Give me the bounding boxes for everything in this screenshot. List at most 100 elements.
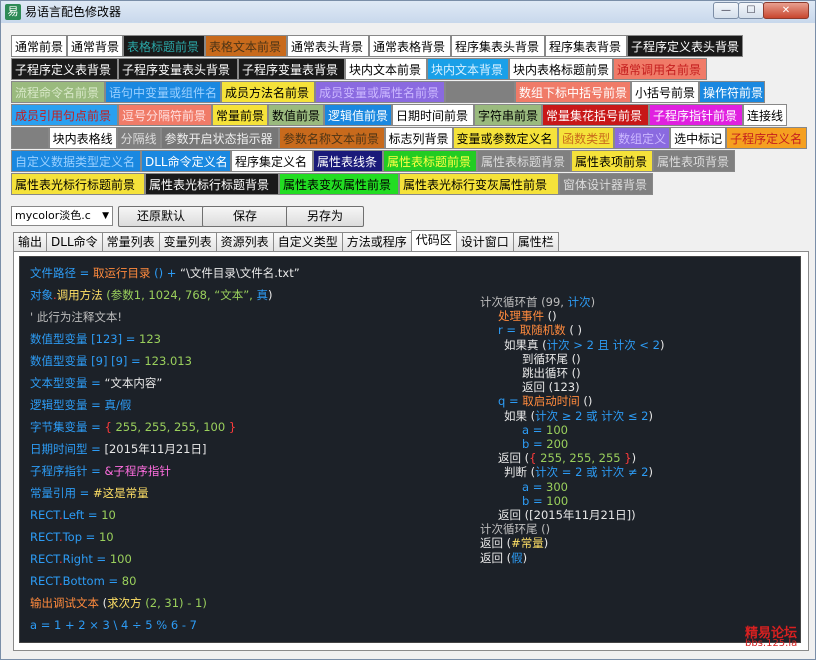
- code-token: ( ): [565, 323, 582, 338]
- color-swatch[interactable]: 子程序定义表头背景: [627, 35, 743, 57]
- chevron-down-icon[interactable]: ▼: [102, 207, 109, 225]
- code-token: 文本型变量 =: [30, 376, 105, 390]
- tab-9[interactable]: 属性栏: [512, 232, 559, 251]
- color-swatch[interactable]: 标志列背景: [384, 127, 453, 149]
- tab-6[interactable]: 方法或程序: [341, 232, 412, 251]
- code-line: 返回 (123): [522, 380, 580, 394]
- tab-3[interactable]: 变量列表: [158, 232, 217, 251]
- color-swatch[interactable]: [11, 127, 49, 149]
- maximize-button[interactable]: ☐: [738, 2, 764, 19]
- code-line: a = 1 + 2 × 3 \ 4 ÷ 5 % 6 - 7: [30, 618, 197, 632]
- code-line: 数值型变量 [123] = 123: [30, 332, 161, 346]
- color-swatch[interactable]: 日期时间前景: [392, 104, 474, 126]
- color-swatch[interactable]: 数值前景: [268, 104, 324, 126]
- color-swatch[interactable]: 数组定义: [614, 127, 671, 149]
- color-swatch[interactable]: 子程序变量表头背景: [118, 58, 238, 80]
- color-swatch[interactable]: 选中标记: [670, 127, 727, 149]
- color-swatch[interactable]: 通常表头背景: [287, 35, 369, 57]
- code-token: 真: [256, 288, 269, 302]
- code-token: 如果 (: [504, 408, 536, 423]
- code-line: 返回 ([2015年11月21日]): [498, 508, 636, 522]
- code-line: q = 取启动时间 (): [498, 394, 592, 408]
- code-line: 逻辑型变量 = 真/假: [30, 398, 131, 412]
- color-swatch[interactable]: 块内文本背景: [427, 58, 509, 80]
- code-line: 处理事件 (): [498, 309, 557, 323]
- scheme-select[interactable]: mycolor淡色.c ▼: [11, 206, 113, 226]
- minimize-button[interactable]: —: [713, 2, 739, 19]
- code-token: “\文件目录\文件名.txt”: [180, 266, 300, 280]
- code-line: 如果真 (计次 > 2 且 计次 < 2): [504, 338, 665, 352]
- color-swatch[interactable]: 连接线: [743, 104, 787, 126]
- tab-5[interactable]: 自定义类型: [272, 232, 343, 251]
- color-swatch[interactable]: 程序集定义名: [231, 150, 313, 172]
- color-swatch[interactable]: 变量或参数定义名: [452, 127, 559, 149]
- color-swatch[interactable]: 子程序变量表背景: [238, 58, 345, 80]
- color-swatch[interactable]: 操作符前景: [699, 81, 765, 103]
- color-swatch[interactable]: 属性表光标行标题背景: [145, 173, 279, 195]
- color-swatch[interactable]: 属性表标题前景: [383, 150, 477, 172]
- code-token: 123.013: [144, 354, 192, 368]
- tab-8[interactable]: 设计窗口: [455, 232, 514, 251]
- code-token: ' 此行为注释文本!: [30, 310, 122, 324]
- color-swatch[interactable]: 属性表项背景: [653, 150, 735, 172]
- color-swatch[interactable]: 属性表线条: [313, 150, 383, 172]
- color-swatch[interactable]: 成员变量或属性名前景: [315, 81, 445, 103]
- close-button[interactable]: ✕: [763, 2, 809, 19]
- color-swatch[interactable]: 逗号分隔符前景: [118, 104, 212, 126]
- color-swatch[interactable]: 流程命令名前景: [11, 81, 105, 103]
- color-swatch[interactable]: 参数开启状态指示器: [160, 127, 279, 149]
- color-swatch[interactable]: 参数名称文本前景: [278, 127, 385, 149]
- color-swatch[interactable]: 成员方法名前景: [221, 81, 315, 103]
- tab-0[interactable]: 输出: [13, 232, 48, 251]
- color-swatch[interactable]: 小括号前景: [631, 81, 699, 103]
- color-swatch[interactable]: 通常调用名前景: [613, 58, 707, 80]
- code-token: 子程序指针 =: [30, 464, 105, 478]
- color-swatch[interactable]: 分隔线: [116, 127, 161, 149]
- color-swatch[interactable]: 逻辑值前景: [324, 104, 392, 126]
- color-swatch[interactable]: 成员引用句点前景: [11, 104, 118, 126]
- color-swatch[interactable]: 属性表标题背景: [477, 150, 571, 172]
- color-swatch[interactable]: 自定义数据类型定义名: [11, 150, 141, 172]
- save-as-button[interactable]: 另存为: [286, 206, 364, 227]
- color-swatch[interactable]: [445, 81, 515, 103]
- color-swatch[interactable]: 窗体设计器背景: [559, 173, 653, 195]
- tab-2[interactable]: 常量列表: [101, 232, 160, 251]
- save-button[interactable]: 保存: [202, 206, 288, 227]
- code-token: Bottom =: [62, 574, 122, 588]
- color-swatch[interactable]: 属性表光标行变灰属性前景: [399, 173, 559, 195]
- color-swatch[interactable]: 表格文本前景: [205, 35, 287, 57]
- color-swatch[interactable]: 表格标题前景: [123, 35, 205, 57]
- color-swatch[interactable]: 块内表格标题前景: [509, 58, 613, 80]
- color-swatch[interactable]: 通常背景: [67, 35, 123, 57]
- color-swatch[interactable]: 子程序定义名: [726, 127, 807, 149]
- code-line: 字节集变量 = { 255, 255, 255, 100 }: [30, 420, 236, 434]
- reset-default-button[interactable]: 还原默认: [118, 206, 204, 227]
- tab-7[interactable]: 代码区: [410, 230, 457, 251]
- code-token: 如果真 (: [504, 337, 547, 352]
- code-token: a =: [522, 479, 546, 494]
- color-swatch[interactable]: 块内文本前景: [345, 58, 427, 80]
- code-token: (2, 31) - 1): [141, 596, 207, 610]
- color-swatch[interactable]: 属性表光标行标题前景: [11, 173, 145, 195]
- color-swatch[interactable]: 通常前景: [11, 35, 67, 57]
- code-line: b = 200: [522, 437, 568, 451]
- color-swatch[interactable]: 字符串前景: [474, 104, 542, 126]
- color-swatch[interactable]: 程序集表头背景: [451, 35, 545, 57]
- color-swatch[interactable]: 函数类型: [558, 127, 615, 149]
- color-swatch[interactable]: 通常表格背景: [369, 35, 451, 57]
- color-swatch[interactable]: 属性表变灰属性前景: [279, 173, 399, 195]
- color-swatch[interactable]: 数组下标中括号前景: [515, 81, 631, 103]
- color-swatch[interactable]: 常量集花括号前景: [542, 104, 649, 126]
- tab-1[interactable]: DLL命令: [46, 232, 103, 251]
- color-swatch[interactable]: 程序集表背景: [545, 35, 627, 57]
- color-swatch[interactable]: DLL命令定义名: [141, 150, 231, 172]
- color-swatch[interactable]: 子程序指针前景: [649, 104, 743, 126]
- color-swatch[interactable]: 常量前景: [212, 104, 268, 126]
- color-swatch[interactable]: 属性表项前景: [571, 150, 653, 172]
- color-swatch[interactable]: 块内表格线: [48, 127, 117, 149]
- color-swatch[interactable]: 语句中变量或组件名: [105, 81, 221, 103]
- code-token: (参数1, 1024, 768, “文本”,: [102, 288, 257, 302]
- color-swatch[interactable]: 子程序定义表背景: [11, 58, 118, 80]
- code-token: &子程序指针: [104, 464, 171, 478]
- tab-4[interactable]: 资源列表: [215, 232, 274, 251]
